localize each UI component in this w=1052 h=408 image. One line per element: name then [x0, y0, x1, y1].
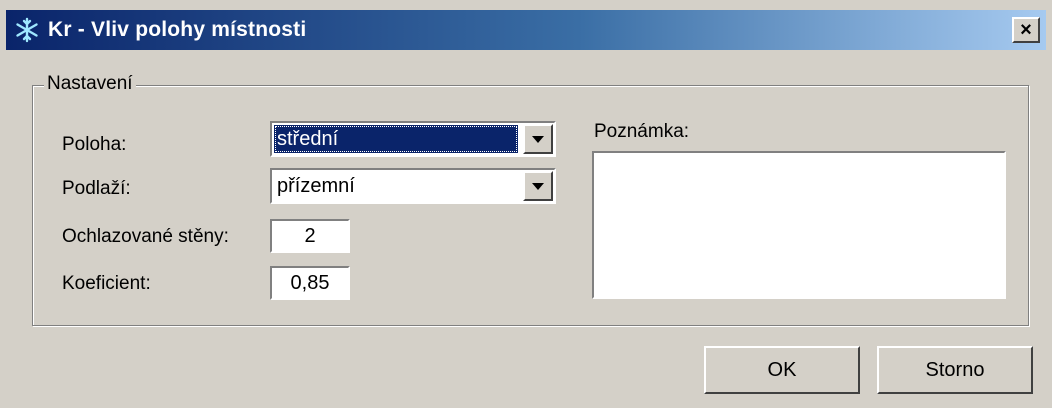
close-icon: ×: [1020, 19, 1032, 41]
close-button[interactable]: ×: [1012, 17, 1040, 43]
title-bar: Kr - Vliv polohy místnosti ×: [6, 10, 1046, 50]
podlazi-dropdown-button[interactable]: [523, 171, 553, 201]
koeficient-field[interactable]: 0,85: [270, 266, 350, 300]
poznamka-textarea[interactable]: [592, 151, 1006, 299]
poloha-dropdown[interactable]: střední: [270, 121, 556, 157]
podlazi-value: přízemní: [277, 174, 355, 197]
ok-button[interactable]: OK: [704, 346, 860, 394]
poznamka-label: Poznámka:: [594, 121, 690, 142]
storno-button[interactable]: Storno: [877, 346, 1033, 394]
window-title: Kr - Vliv polohy místnosti: [48, 18, 307, 41]
chevron-down-icon: [532, 182, 544, 190]
dialog-window: Kr - Vliv polohy místnosti × Nastavení P…: [0, 0, 1052, 408]
ochlazovane-steny-field[interactable]: 2: [270, 219, 350, 253]
podlazi-label: Podlaží:: [62, 178, 131, 199]
koeficient-label: Koeficient:: [62, 273, 151, 294]
poloha-dropdown-button[interactable]: [523, 124, 553, 154]
poloha-value: střední: [274, 125, 518, 153]
ochlazovane-steny-label: Ochlazované stěny:: [62, 226, 229, 247]
podlazi-dropdown[interactable]: přízemní: [270, 168, 556, 204]
settings-group-label: Nastavení: [44, 73, 136, 95]
chevron-down-icon: [532, 135, 544, 143]
poloha-label: Poloha:: [62, 134, 127, 155]
snowflake-icon: [12, 15, 42, 45]
